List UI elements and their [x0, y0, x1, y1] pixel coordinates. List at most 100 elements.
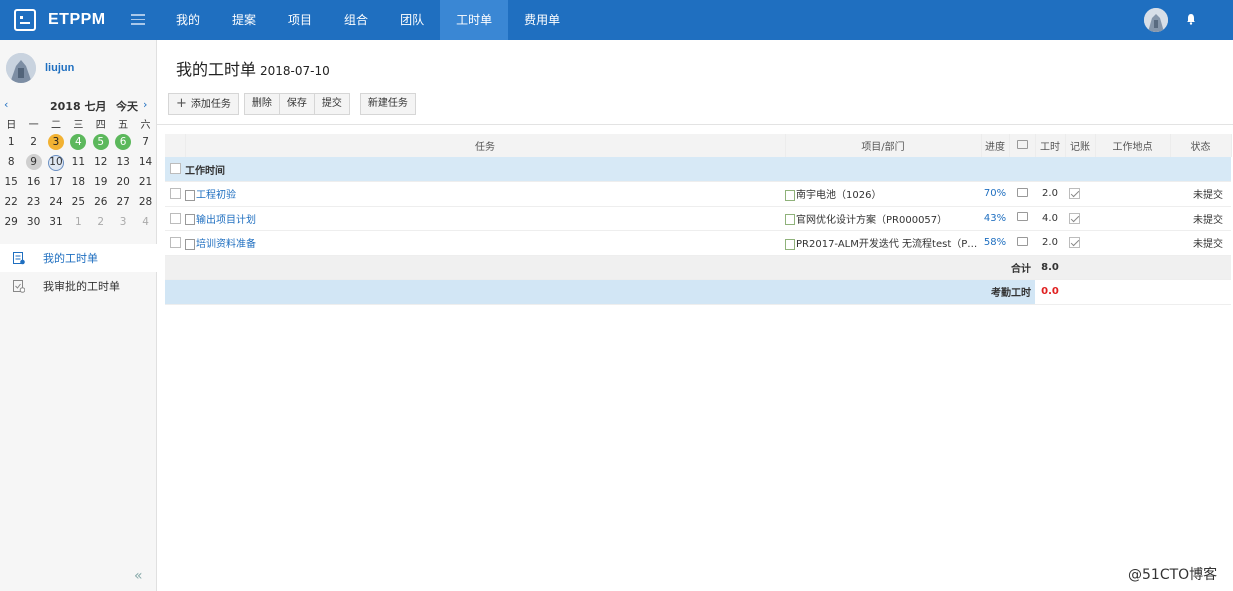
calendar-day[interactable]: 11: [67, 153, 89, 171]
calendar-day[interactable]: 23: [22, 193, 44, 211]
calendar-day[interactable]: 7: [134, 133, 156, 151]
calendar-day[interactable]: 30: [22, 213, 44, 231]
comment-col-header: [1009, 134, 1036, 157]
calendar-day[interactable]: 17: [45, 173, 67, 191]
main-content: 我的工时单 2018-07-10 + 添加任务 删除 保存 提交 新建任务 任务 项…: [157, 40, 1233, 591]
calendar-day[interactable]: 14: [134, 153, 156, 171]
calendar-day[interactable]: 1: [67, 213, 89, 231]
calendar-day[interactable]: 22: [0, 193, 22, 211]
delete-button[interactable]: 删除: [243, 93, 280, 115]
project-cell: PR2017-ALM开发迭代 无流程test（PR20...: [785, 230, 981, 256]
calendar-day[interactable]: 13: [112, 153, 134, 171]
billable-checkbox[interactable]: [1069, 212, 1080, 224]
group-checkbox[interactable]: [169, 163, 181, 175]
project-name[interactable]: 南宇电池（1026）: [796, 190, 881, 201]
location-cell[interactable]: [1095, 181, 1170, 207]
calendar-day-number: 3: [47, 134, 64, 150]
hamburger-menu-icon[interactable]: [131, 11, 145, 29]
hours-cell[interactable]: 2.0: [1035, 181, 1065, 207]
nav-item-5[interactable]: 工时单: [440, 0, 509, 40]
progress-value[interactable]: 58%: [984, 237, 1006, 248]
calendar-day[interactable]: 1: [0, 133, 22, 151]
calendar-day[interactable]: 15: [0, 173, 22, 191]
nav-item-3[interactable]: 组合: [328, 0, 384, 40]
group-select-cell: [165, 157, 185, 182]
nav-item-4[interactable]: 团队: [384, 0, 440, 40]
side-item-approved-timesheet[interactable]: 我审批的工时单: [0, 272, 157, 300]
calendar-day[interactable]: 26: [90, 193, 112, 211]
calendar-week: 1 234567: [0, 132, 157, 152]
nav-item-6[interactable]: 费用单: [508, 0, 576, 40]
comment-icon[interactable]: [1016, 212, 1028, 222]
task-link[interactable]: 工程初验: [196, 190, 236, 201]
calendar-day[interactable]: 2: [90, 213, 112, 231]
task-link[interactable]: 培训资料准备: [196, 239, 256, 250]
row-checkbox[interactable]: [169, 212, 181, 224]
calendar-day[interactable]: 3: [45, 133, 67, 151]
today-button[interactable]: 今天: [116, 98, 138, 114]
calendar-day[interactable]: 12: [90, 153, 112, 171]
hours-cell[interactable]: 4.0: [1035, 206, 1065, 231]
calendar-day-number: 17: [49, 176, 63, 188]
add-task-button[interactable]: + 添加任务: [168, 93, 239, 115]
table-row: 工程初验 南宇电池（1026） 70% 2.0 未提交: [165, 181, 1231, 207]
calendar-day[interactable]: 24: [45, 193, 67, 211]
calendar-day[interactable]: 8: [0, 153, 22, 171]
side-item-my-timesheet[interactable]: 我的工时单: [0, 244, 157, 272]
comment-icon[interactable]: [1016, 236, 1028, 246]
row-checkbox[interactable]: [169, 237, 181, 248]
progress-value[interactable]: 43%: [984, 213, 1006, 224]
nav-item-0[interactable]: 我的: [160, 0, 216, 40]
submit-button[interactable]: 提交: [314, 93, 350, 115]
calendar-day-number: 30: [26, 216, 41, 228]
collapse-sidebar-icon[interactable]: «: [134, 568, 143, 584]
task-link[interactable]: 输出项目计划: [196, 215, 256, 226]
app-logo[interactable]: ETPPM: [14, 7, 106, 33]
nav-item-2[interactable]: 项目: [272, 0, 328, 40]
calendar-day[interactable]: 21: [134, 173, 156, 191]
calendar-day[interactable]: 28: [134, 193, 156, 211]
calendar-day[interactable]: 10: [45, 153, 67, 171]
calendar-day[interactable]: 31: [45, 213, 67, 231]
calendar-day[interactable]: 25: [67, 193, 89, 211]
hours-cell[interactable]: 2.0: [1035, 230, 1065, 256]
avatar[interactable]: [6, 53, 36, 83]
add-task-label: 添加任务: [190, 99, 231, 110]
plus-icon: +: [176, 96, 187, 111]
row-checkbox[interactable]: [169, 188, 181, 199]
calendar-day-number: 3: [119, 216, 127, 228]
calendar-day[interactable]: 2: [22, 133, 44, 151]
weekday-label: 五: [118, 120, 129, 131]
calendar-day[interactable]: 18: [67, 173, 89, 191]
billable-checkbox[interactable]: [1069, 188, 1080, 199]
new-task-button[interactable]: 新建任务: [359, 93, 416, 115]
calendar-day[interactable]: 16: [22, 173, 44, 191]
calendar-day[interactable]: 19: [90, 173, 112, 191]
save-button[interactable]: 保存: [279, 93, 315, 115]
nav-item-1[interactable]: 提案: [216, 0, 272, 40]
calendar-day-number: 29: [4, 216, 18, 228]
billable-checkbox[interactable]: [1069, 237, 1080, 248]
next-month-icon[interactable]: ›: [143, 98, 147, 111]
bell-icon[interactable]: [1186, 13, 1196, 25]
location-cell[interactable]: [1095, 230, 1170, 256]
calendar-day[interactable]: 5: [90, 133, 112, 151]
user-name[interactable]: liujun: [45, 62, 74, 74]
project-name[interactable]: PR2017-ALM开发迭代 无流程test（PR20...: [796, 239, 981, 250]
calendar-day[interactable]: 4: [67, 133, 89, 151]
top-navbar: ETPPM 我的 提案 项目 组合 团队 工时单 费用单: [0, 0, 1233, 40]
calendar-day[interactable]: 4: [134, 213, 156, 231]
calendar-day[interactable]: 27: [112, 193, 134, 211]
calendar-day[interactable]: 6: [112, 133, 134, 151]
calendar-day[interactable]: 20: [112, 173, 134, 191]
location-cell[interactable]: [1095, 206, 1170, 231]
project-name[interactable]: 官网优化设计方案（PR000057）: [796, 215, 947, 226]
comment-icon[interactable]: [1016, 187, 1028, 197]
calendar-day[interactable]: 3: [112, 213, 134, 231]
calendar-day[interactable]: 29: [0, 213, 22, 231]
progress-value[interactable]: 70%: [984, 188, 1006, 199]
page-date: 2018-07-10: [260, 64, 330, 78]
calendar-day[interactable]: 9: [22, 153, 44, 171]
prev-month-icon[interactable]: ‹: [4, 98, 8, 111]
user-avatar[interactable]: [1144, 8, 1168, 32]
